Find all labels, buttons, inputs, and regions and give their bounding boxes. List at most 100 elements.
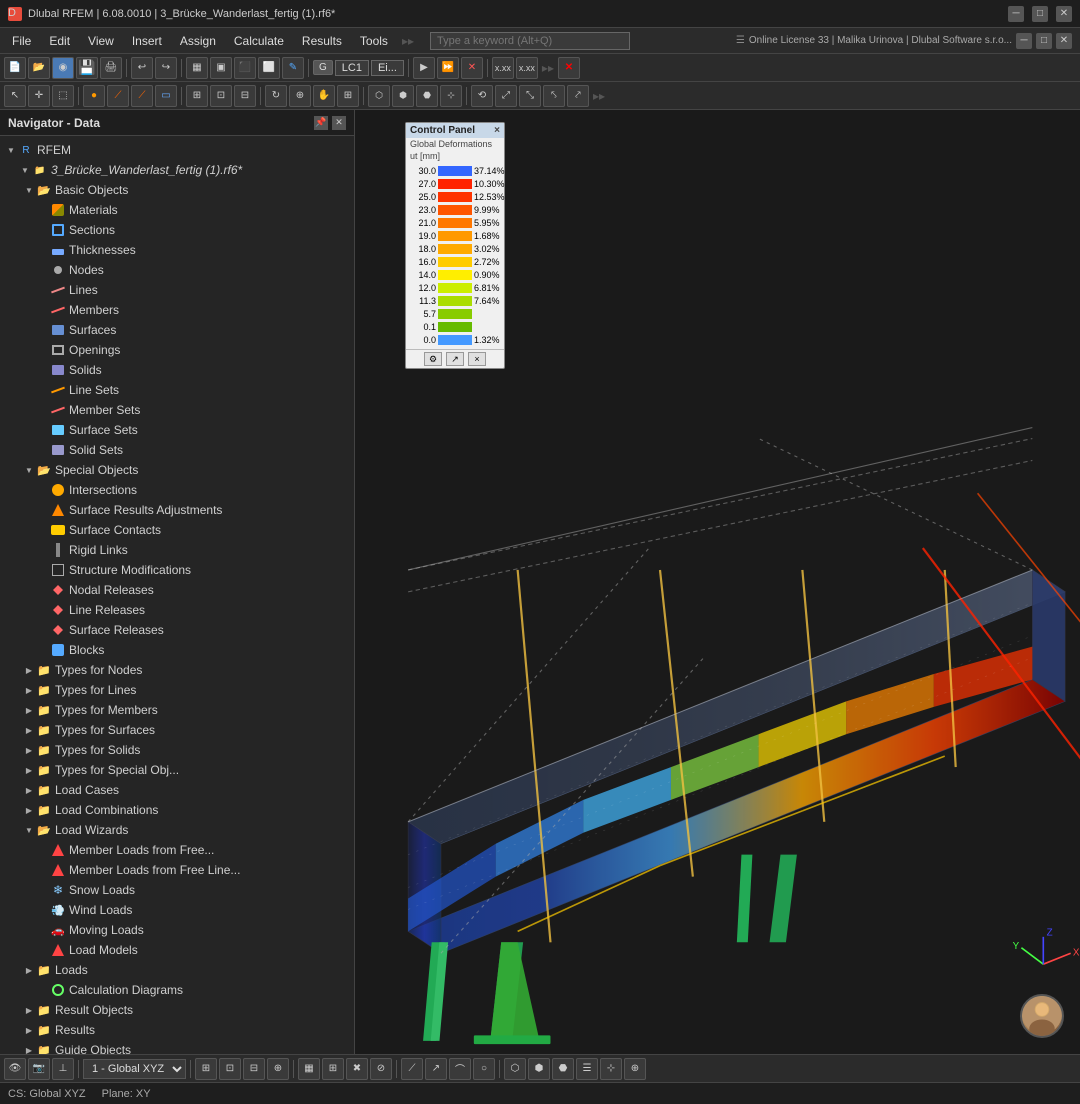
nav-close[interactable]: ✕ xyxy=(332,116,346,130)
tb-stop[interactable]: ✕ xyxy=(461,57,483,79)
bt-disp5[interactable]: ⊹ xyxy=(600,1058,622,1080)
tree-item-surface-releases[interactable]: Surface Releases xyxy=(0,620,354,640)
tree-item-blocks[interactable]: Blocks xyxy=(0,640,354,660)
menu-assign[interactable]: Assign xyxy=(172,32,224,50)
tree-item-solids[interactable]: Solids xyxy=(0,360,354,380)
maximize-button[interactable]: □ xyxy=(1032,6,1048,22)
tree-item-member-loads-free-line[interactable]: Member Loads from Free Line... xyxy=(0,860,354,880)
tb2-fit[interactable]: ⊞ xyxy=(337,85,359,107)
tb-forward[interactable]: ⏩ xyxy=(437,57,459,79)
tb-btn4[interactable]: ▣ xyxy=(210,57,232,79)
online-close[interactable]: ✕ xyxy=(1056,33,1072,49)
tb-btn3[interactable]: ▦ xyxy=(186,57,208,79)
tb2-g4[interactable]: ⊹ xyxy=(440,85,462,107)
user-avatar[interactable] xyxy=(1020,994,1064,1038)
tree-item-snow-loads[interactable]: ❄Snow Loads xyxy=(0,880,354,900)
tree-item-loads[interactable]: ▶📁Loads xyxy=(0,960,354,980)
menu-file[interactable]: File xyxy=(4,32,39,50)
tb2-line[interactable]: ⟋ xyxy=(107,85,129,107)
tb-last[interactable]: ✕ xyxy=(558,57,580,79)
tb2-extra2[interactable]: ⤢ xyxy=(495,85,517,107)
bt-btn4[interactable]: ⊕ xyxy=(267,1058,289,1080)
tb-new[interactable]: 📄 xyxy=(4,57,26,79)
bt-extra2[interactable]: ⊞ xyxy=(322,1058,344,1080)
keyword-search[interactable] xyxy=(430,32,630,50)
tree-item-line-sets[interactable]: Line Sets xyxy=(0,380,354,400)
cp-expand-btn[interactable]: ↗ xyxy=(446,352,464,366)
bt-btn2[interactable]: ⊡ xyxy=(219,1058,241,1080)
tree-item-member-loads-free[interactable]: Member Loads from Free... xyxy=(0,840,354,860)
tree-item-surface-results-adj[interactable]: Surface Results Adjustments xyxy=(0,500,354,520)
tb2-zoom[interactable]: ⊕ xyxy=(289,85,311,107)
tree-item-nodes[interactable]: Nodes xyxy=(0,260,354,280)
tb2-member[interactable]: ⟋ xyxy=(131,85,153,107)
tree-item-solid-sets[interactable]: Solid Sets xyxy=(0,440,354,460)
tree-item-types-lines[interactable]: ▶📁Types for Lines xyxy=(0,680,354,700)
bt-extra1[interactable]: ▦ xyxy=(298,1058,320,1080)
tree-item-basic-objects[interactable]: ▼📂Basic Objects xyxy=(0,180,354,200)
menu-insert[interactable]: Insert xyxy=(124,32,170,50)
tree-item-load-wizards[interactable]: ▼📂Load Wizards xyxy=(0,820,354,840)
tree-item-result-objects[interactable]: ▶📁Result Objects xyxy=(0,1000,354,1020)
tb-num1[interactable]: x.xx xyxy=(492,57,514,79)
bt-extra4[interactable]: ⊘ xyxy=(370,1058,392,1080)
tb2-extra1[interactable]: ⟲ xyxy=(471,85,493,107)
tb2-select[interactable]: ⬚ xyxy=(52,85,74,107)
tb2-more1[interactable]: ⊞ xyxy=(186,85,208,107)
bt-ruler[interactable]: ⊥ xyxy=(52,1058,74,1080)
tb-recent[interactable]: ◉ xyxy=(52,57,74,79)
tree-item-line-releases[interactable]: Line Releases xyxy=(0,600,354,620)
tree-item-surface-contacts[interactable]: Surface Contacts xyxy=(0,520,354,540)
close-button[interactable]: ✕ xyxy=(1056,6,1072,22)
bt-eye[interactable]: 👁 xyxy=(4,1058,26,1080)
menu-calculate[interactable]: Calculate xyxy=(226,32,292,50)
cp-settings-btn[interactable]: ⚙ xyxy=(424,352,442,366)
tb-undo[interactable]: ↩ xyxy=(131,57,153,79)
cp-close-footer-btn[interactable]: × xyxy=(468,352,486,366)
tree-item-rigid-links[interactable]: Rigid Links xyxy=(0,540,354,560)
tb2-g2[interactable]: ⬢ xyxy=(392,85,414,107)
online-maximize[interactable]: □ xyxy=(1036,33,1052,49)
tb2-rotate[interactable]: ↻ xyxy=(265,85,287,107)
tree-item-thicknesses[interactable]: Thicknesses xyxy=(0,240,354,260)
menu-edit[interactable]: Edit xyxy=(41,32,78,50)
tb2-cursor[interactable]: ↖ xyxy=(4,85,26,107)
tree-item-types-surfaces[interactable]: ▶📁Types for Surfaces xyxy=(0,720,354,740)
tree-item-lines[interactable]: Lines xyxy=(0,280,354,300)
tree-item-materials[interactable]: Materials xyxy=(0,200,354,220)
menu-view[interactable]: View xyxy=(80,32,122,50)
tree-item-surfaces[interactable]: Surfaces xyxy=(0,320,354,340)
tree-item-wind-loads[interactable]: 💨Wind Loads xyxy=(0,900,354,920)
viewport[interactable]: X Y Z Control Panel × Global Deformation… xyxy=(355,110,1080,1054)
bt-line2[interactable]: ↗ xyxy=(425,1058,447,1080)
tree-item-guide-objects[interactable]: ▶📁Guide Objects xyxy=(0,1040,354,1054)
tb2-extra3[interactable]: ⤡ xyxy=(519,85,541,107)
tb-btn7[interactable]: ✎ xyxy=(282,57,304,79)
tb2-more3[interactable]: ⊟ xyxy=(234,85,256,107)
tree-item-load-combos[interactable]: ▶📁Load Combinations xyxy=(0,800,354,820)
bt-disp1[interactable]: ⬡ xyxy=(504,1058,526,1080)
bt-camera[interactable]: 📷 xyxy=(28,1058,50,1080)
tree-item-load-cases[interactable]: ▶📁Load Cases xyxy=(0,780,354,800)
tb2-extra4[interactable]: ⤣ xyxy=(543,85,565,107)
tb-print[interactable]: 🖨 xyxy=(100,57,122,79)
tb2-extra5[interactable]: ⤤ xyxy=(567,85,589,107)
tree-item-types-special[interactable]: ▶📁Types for Special Obj... xyxy=(0,760,354,780)
bt-btn1[interactable]: ⊞ xyxy=(195,1058,217,1080)
minimize-button[interactable]: ─ xyxy=(1008,6,1024,22)
coord-system-select[interactable]: 1 - Global XYZ xyxy=(83,1059,186,1079)
tree-item-members[interactable]: Members xyxy=(0,300,354,320)
tb2-cross[interactable]: ✛ xyxy=(28,85,50,107)
online-minimize[interactable]: ─ xyxy=(1016,33,1032,49)
menu-results[interactable]: Results xyxy=(294,32,350,50)
bt-disp2[interactable]: ⬢ xyxy=(528,1058,550,1080)
tree-root[interactable]: ▼ R RFEM xyxy=(0,140,354,160)
tb2-more2[interactable]: ⊡ xyxy=(210,85,232,107)
tree-container[interactable]: ▼ R RFEM ▼ 📁 3_Brücke_Wanderlast_fertig … xyxy=(0,136,354,1054)
tb2-node[interactable]: ● xyxy=(83,85,105,107)
tb2-surface[interactable]: ▭ xyxy=(155,85,177,107)
tree-item-intersections[interactable]: Intersections xyxy=(0,480,354,500)
bt-line1[interactable]: ⟋ xyxy=(401,1058,423,1080)
bt-disp4[interactable]: ☰ xyxy=(576,1058,598,1080)
tree-item-results[interactable]: ▶📁Results xyxy=(0,1020,354,1040)
